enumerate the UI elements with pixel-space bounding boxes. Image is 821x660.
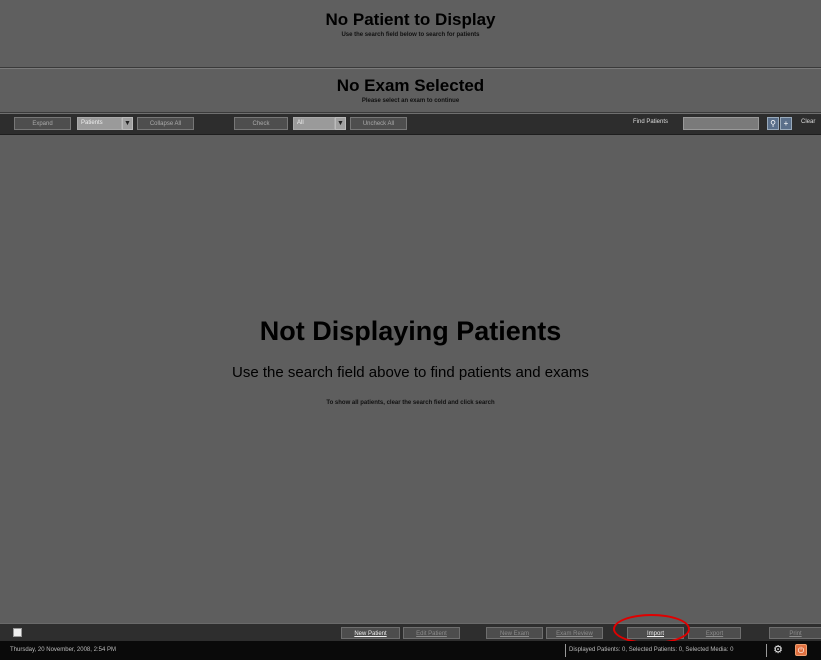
- uncheck-all-button[interactable]: Uncheck All: [350, 117, 407, 130]
- plus-icon[interactable]: +: [780, 117, 792, 130]
- new-patient-button[interactable]: New Patient: [341, 627, 400, 639]
- find-patients-input[interactable]: [683, 117, 759, 130]
- exam-review-button[interactable]: Exam Review: [546, 627, 603, 639]
- status-divider: [565, 644, 566, 657]
- search-icon[interactable]: ⚲: [767, 117, 779, 130]
- status-selection-info: Displayed Patients: 0, Selected Patients…: [569, 647, 734, 653]
- clear-button[interactable]: Clear: [801, 119, 815, 125]
- chevron-down-icon[interactable]: ▼: [335, 117, 346, 130]
- patient-header-subtitle: Use the search field below to search for…: [341, 32, 480, 38]
- check-filter-select[interactable]: All: [293, 117, 335, 130]
- patient-toolbar: Expand Patients ▼ Collapse All Check All…: [0, 113, 821, 135]
- new-exam-button[interactable]: New Exam: [486, 627, 543, 639]
- expand-button[interactable]: Expand: [14, 117, 71, 130]
- status-date: Thursday, 20 November, 2008, 2:54 PM: [10, 647, 116, 653]
- check-button[interactable]: Check: [234, 117, 288, 130]
- collapse-all-button[interactable]: Collapse All: [137, 117, 194, 130]
- show-checkbox[interactable]: [13, 628, 22, 637]
- edit-patient-button[interactable]: Edit Patient: [403, 627, 460, 639]
- status-divider: [766, 644, 767, 657]
- empty-state-title: Not Displaying Patients: [259, 316, 562, 346]
- exam-header-subtitle: Please select an exam to continue: [361, 98, 460, 104]
- power-icon[interactable]: ⏻: [795, 644, 807, 656]
- expand-level-select[interactable]: Patients: [77, 117, 122, 130]
- status-bar: Thursday, 20 November, 2008, 2:54 PM Dis…: [0, 641, 821, 660]
- exam-header-title: No Exam Selected: [336, 76, 485, 95]
- patient-header-title: No Patient to Display: [325, 10, 496, 29]
- import-button[interactable]: Import: [627, 627, 684, 639]
- export-button[interactable]: Export: [688, 627, 741, 639]
- gear-icon[interactable]: ⚙: [772, 644, 784, 656]
- print-button[interactable]: Print: [769, 627, 821, 639]
- chevron-down-icon[interactable]: ▼: [122, 117, 133, 130]
- action-bar: New Patient Edit Patient New Exam Exam R…: [0, 623, 821, 641]
- patient-header: No Patient to Display Use the search fie…: [0, 0, 821, 68]
- exam-header: No Exam Selected Please select an exam t…: [0, 68, 821, 113]
- empty-state-subtitle: Use the search field above to find patie…: [232, 364, 589, 381]
- find-patients-label: Find Patients: [633, 119, 669, 125]
- patient-list-area: Not Displaying Patients Use the search f…: [0, 135, 821, 622]
- empty-state-hint: To show all patients, clear the search f…: [326, 400, 495, 406]
